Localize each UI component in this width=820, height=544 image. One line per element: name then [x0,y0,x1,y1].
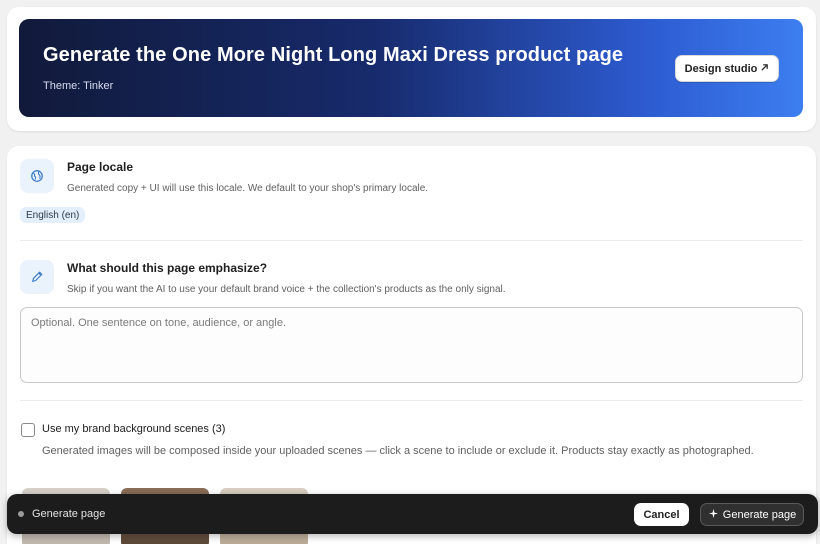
theme-label: Theme: Tinker [43,80,114,92]
generate-page-label: Generate page [722,508,797,521]
action-bar-status: Generate page [32,508,106,520]
header-card: Generate the One More Night Long Maxi Dr… [7,7,816,131]
locale-badge[interactable]: English (en) [20,207,86,223]
locale-description: Generated copy + UI will use this locale… [67,183,429,194]
emphasis-description: Skip if you want the AI to use your defa… [67,284,506,295]
external-arrow-icon [760,63,769,75]
emphasis-title: What should this page emphasize? [67,261,268,275]
sparkle-icon [708,508,719,522]
brand-scenes-checkbox[interactable] [21,423,35,437]
brand-scenes-label[interactable]: Use my brand background scenes (3) [42,423,225,435]
brand-scenes-description: Generated images will be composed inside… [42,445,754,457]
globe-icon [20,159,54,193]
hero-banner: Generate the One More Night Long Maxi Dr… [19,19,803,117]
generate-page-button[interactable]: Generate page [700,503,804,526]
locale-title: Page locale [67,160,134,174]
page-title: Generate the One More Night Long Maxi Dr… [43,44,624,66]
settings-card: Page locale Generated copy + UI will use… [7,146,816,544]
design-studio-label: Design studio [684,62,758,75]
divider [20,400,803,401]
cancel-button[interactable]: Cancel [634,503,689,526]
pencil-icon [20,260,54,294]
status-dot [18,511,24,517]
design-studio-button[interactable]: Design studio [675,55,779,82]
emphasis-textarea[interactable]: Optional. One sentence on tone, audience… [20,307,803,383]
divider [20,240,803,241]
action-bar: Generate page Cancel Generate page [7,494,818,534]
emphasis-placeholder: Optional. One sentence on tone, audience… [31,317,287,329]
